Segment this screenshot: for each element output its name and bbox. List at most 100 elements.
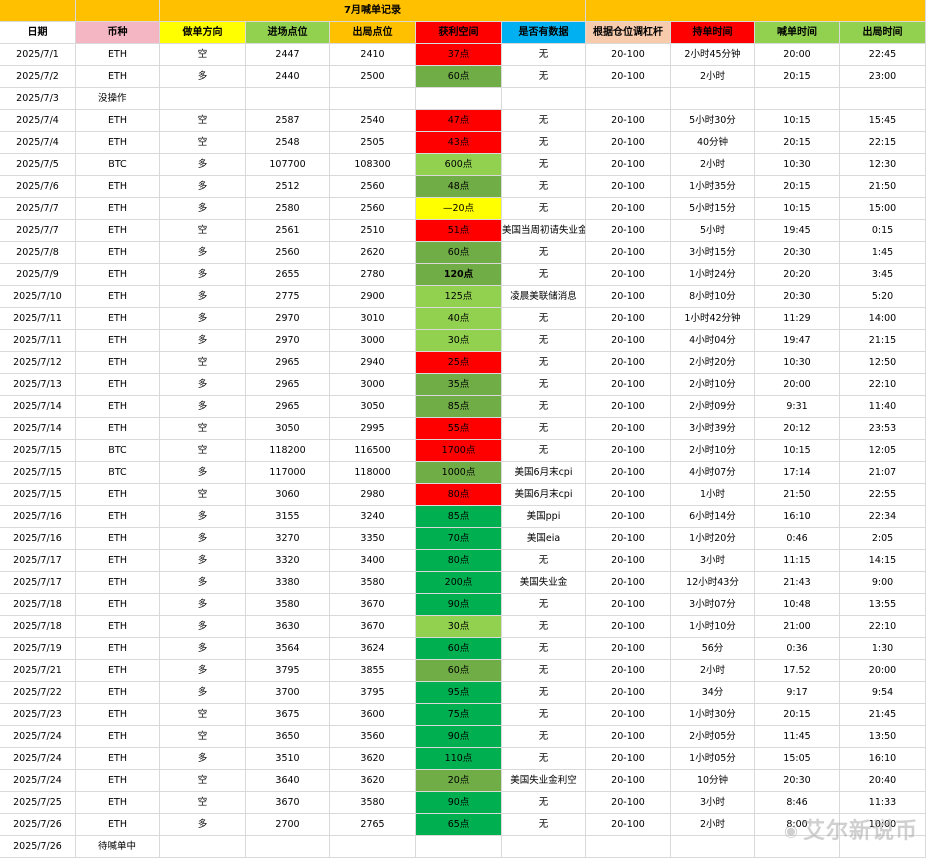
cell-date[interactable]: 2025/7/23	[0, 704, 76, 726]
cell-entry[interactable]: 2700	[246, 814, 330, 836]
cell-out[interactable]: 21:07	[840, 462, 926, 484]
cell-lev[interactable]: 20-100	[586, 308, 671, 330]
cell-coin[interactable]: ETH	[76, 374, 160, 396]
cell-entry[interactable]: 2655	[246, 264, 330, 286]
cell-entry[interactable]: 3155	[246, 506, 330, 528]
cell-exit[interactable]: 3000	[330, 330, 416, 352]
cell-dir[interactable]	[160, 836, 246, 858]
cell-lev[interactable]: 20-100	[586, 682, 671, 704]
cell-hold[interactable]: 1小时20分	[671, 528, 755, 550]
cell-date[interactable]: 2025/7/17	[0, 550, 76, 572]
cell-exit[interactable]: 3580	[330, 792, 416, 814]
cell-coin[interactable]: ETH	[76, 528, 160, 550]
cell-lev[interactable]: 20-100	[586, 704, 671, 726]
title-empty-b[interactable]	[76, 0, 160, 22]
cell-profit[interactable]: 65点	[416, 814, 502, 836]
cell-entry[interactable]	[246, 836, 330, 858]
cell-dir[interactable]: 多	[160, 748, 246, 770]
cell-hold[interactable]: 2小时	[671, 66, 755, 88]
cell-entry[interactable]: 3050	[246, 418, 330, 440]
cell-hold[interactable]: 5小时	[671, 220, 755, 242]
cell-dir[interactable]: 多	[160, 154, 246, 176]
cell-entry[interactable]: 2548	[246, 132, 330, 154]
cell-profit[interactable]: 85点	[416, 506, 502, 528]
cell-coin[interactable]: ETH	[76, 616, 160, 638]
cell-dir[interactable]: 空	[160, 704, 246, 726]
cell-data[interactable]	[502, 836, 586, 858]
cell-date[interactable]: 2025/7/2	[0, 66, 76, 88]
cell-data[interactable]: 美国6月末cpi	[502, 462, 586, 484]
cell-call[interactable]: 20:30	[755, 286, 840, 308]
cell-out[interactable]: 14:15	[840, 550, 926, 572]
cell-profit[interactable]: 35点	[416, 374, 502, 396]
cell-profit[interactable]: 600点	[416, 154, 502, 176]
cell-call[interactable]: 11:45	[755, 726, 840, 748]
cell-dir[interactable]: 多	[160, 396, 246, 418]
cell-coin[interactable]: 待喊单中	[76, 836, 160, 858]
cell-entry[interactable]: 2775	[246, 286, 330, 308]
sheet-title[interactable]: 7月喊单记录	[160, 0, 586, 22]
cell-lev[interactable]: 20-100	[586, 616, 671, 638]
cell-profit[interactable]: 85点	[416, 396, 502, 418]
cell-data[interactable]: 无	[502, 308, 586, 330]
cell-coin[interactable]: ETH	[76, 220, 160, 242]
cell-exit[interactable]: 3050	[330, 396, 416, 418]
cell-date[interactable]: 2025/7/9	[0, 264, 76, 286]
cell-entry[interactable]: 2512	[246, 176, 330, 198]
cell-call[interactable]: 11:29	[755, 308, 840, 330]
cell-entry[interactable]: 2587	[246, 110, 330, 132]
cell-lev[interactable]: 20-100	[586, 638, 671, 660]
cell-hold[interactable]: 3小时15分	[671, 242, 755, 264]
cell-date[interactable]: 2025/7/24	[0, 748, 76, 770]
cell-call[interactable]: 21:43	[755, 572, 840, 594]
cell-lev[interactable]: 20-100	[586, 44, 671, 66]
cell-coin[interactable]: ETH	[76, 418, 160, 440]
cell-exit[interactable]: 116500	[330, 440, 416, 462]
cell-coin[interactable]: ETH	[76, 110, 160, 132]
cell-hold[interactable]: 2小时10分	[671, 374, 755, 396]
cell-data[interactable]: 美国失业金利空	[502, 770, 586, 792]
cell-out[interactable]: 21:45	[840, 704, 926, 726]
cell-coin[interactable]: ETH	[76, 792, 160, 814]
cell-lev[interactable]: 20-100	[586, 814, 671, 836]
cell-date[interactable]: 2025/7/18	[0, 616, 76, 638]
cell-exit[interactable]: 2560	[330, 198, 416, 220]
cell-profit[interactable]: 37点	[416, 44, 502, 66]
cell-entry[interactable]: 3640	[246, 770, 330, 792]
cell-dir[interactable]: 多	[160, 682, 246, 704]
cell-dir[interactable]: 空	[160, 352, 246, 374]
cell-hold[interactable]: 2小时05分	[671, 726, 755, 748]
cell-date[interactable]: 2025/7/15	[0, 462, 76, 484]
cell-hold[interactable]: 2小时10分	[671, 440, 755, 462]
cell-coin[interactable]: ETH	[76, 396, 160, 418]
cell-entry[interactable]: 3060	[246, 484, 330, 506]
title-empty-a[interactable]	[0, 0, 76, 22]
cell-out[interactable]: 22:10	[840, 374, 926, 396]
cell-date[interactable]: 2025/7/22	[0, 682, 76, 704]
cell-exit[interactable]: 3400	[330, 550, 416, 572]
cell-lev[interactable]: 20-100	[586, 770, 671, 792]
cell-data[interactable]: 无	[502, 132, 586, 154]
cell-hold[interactable]: 1小时24分	[671, 264, 755, 286]
cell-hold[interactable]: 12小时43分	[671, 572, 755, 594]
cell-exit[interactable]: 3620	[330, 748, 416, 770]
cell-call[interactable]: 10:48	[755, 594, 840, 616]
cell-profit[interactable]: 48点	[416, 176, 502, 198]
cell-data[interactable]: 无	[502, 814, 586, 836]
header-profit[interactable]: 获利空间	[416, 22, 502, 44]
cell-out[interactable]: 9:00	[840, 572, 926, 594]
cell-lev[interactable]: 20-100	[586, 286, 671, 308]
cell-entry[interactable]: 2965	[246, 352, 330, 374]
cell-call[interactable]: 10:30	[755, 154, 840, 176]
cell-data[interactable]: 无	[502, 154, 586, 176]
title-empty-c[interactable]	[586, 0, 926, 22]
cell-exit[interactable]: 2540	[330, 110, 416, 132]
cell-exit[interactable]: 2940	[330, 352, 416, 374]
cell-lev[interactable]: 20-100	[586, 594, 671, 616]
cell-hold[interactable]: 4小时04分	[671, 330, 755, 352]
cell-coin[interactable]: ETH	[76, 726, 160, 748]
cell-coin[interactable]: ETH	[76, 704, 160, 726]
cell-date[interactable]: 2025/7/7	[0, 220, 76, 242]
cell-coin[interactable]: BTC	[76, 440, 160, 462]
header-exit[interactable]: 出局点位	[330, 22, 416, 44]
